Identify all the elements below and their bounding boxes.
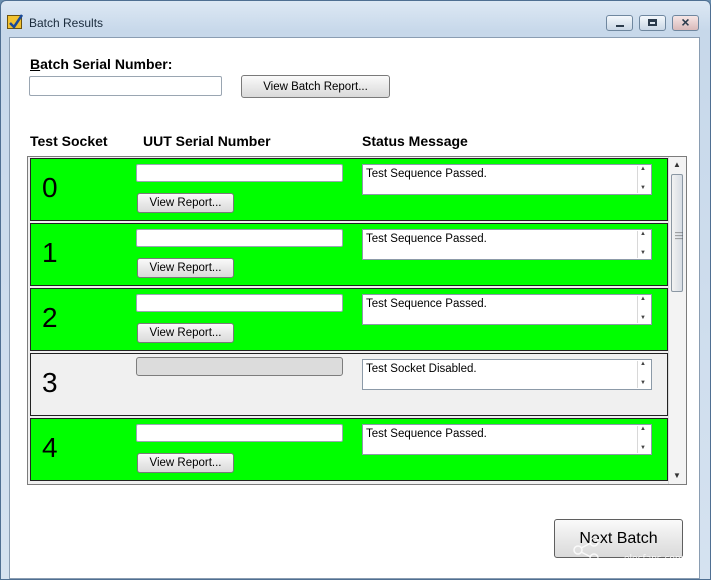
socket-number: 1: [42, 237, 58, 268]
close-icon: ×: [681, 14, 690, 30]
scroll-up-icon[interactable]: ▲: [640, 166, 646, 172]
socket-number: 2: [42, 302, 58, 333]
watermark: elecfans.com: [564, 532, 694, 568]
batch-results-window: Batch Results × Batch Serial Number: Vie…: [0, 0, 711, 580]
scroll-up-icon[interactable]: ▲: [640, 296, 646, 302]
header-uut-serial: UUT Serial Number: [143, 133, 271, 149]
close-button[interactable]: ×: [672, 14, 699, 31]
view-report-button[interactable]: View Report...: [137, 258, 234, 278]
minimize-icon: [616, 25, 624, 27]
grip-icon: — — —: [675, 228, 683, 243]
status-message-text: Test Sequence Passed.: [366, 168, 487, 180]
socket-number: 3: [42, 367, 58, 398]
client-area: Batch Serial Number: View Batch Report..…: [9, 37, 700, 579]
socket-row: 3 Test Socket Disabled. ▲ ▼: [30, 353, 668, 416]
status-message-box[interactable]: Test Sequence Passed. ▲ ▼: [362, 164, 652, 195]
status-scrollbar[interactable]: ▲ ▼: [637, 166, 650, 193]
status-message-text: Test Socket Disabled.: [366, 363, 477, 375]
socket-row: 2 View Report... Test Sequence Passed. ▲ ▼: [30, 288, 668, 351]
batch-serial-field[interactable]: [29, 76, 222, 96]
scroll-down-icon[interactable]: ▼: [640, 250, 646, 256]
scroll-down-icon[interactable]: ▼: [640, 445, 646, 451]
maximize-icon: [648, 19, 657, 26]
watermark-text: elecfans.com: [624, 554, 684, 564]
status-scrollbar[interactable]: ▲ ▼: [637, 361, 650, 388]
scroll-down-icon[interactable]: ▼: [640, 380, 646, 386]
status-message-box[interactable]: Test Sequence Passed. ▲ ▼: [362, 229, 652, 260]
watermark-logo-icon: [573, 537, 599, 563]
status-message-box[interactable]: Test Sequence Passed. ▲ ▼: [362, 424, 652, 455]
status-scrollbar[interactable]: ▲ ▼: [637, 296, 650, 323]
socket-number: 0: [42, 172, 58, 203]
socket-row: 0 View Report... Test Sequence Passed. ▲ ▼: [30, 158, 668, 221]
title-bar[interactable]: Batch Results ×: [1, 1, 710, 35]
scroll-up-icon[interactable]: ▲: [640, 361, 646, 367]
view-report-button[interactable]: View Report...: [137, 453, 234, 473]
uut-serial-field[interactable]: [136, 424, 343, 442]
socket-row: 4 View Report... Test Sequence Passed. ▲ ▼: [30, 418, 668, 481]
batch-serial-label: Batch Serial Number:: [30, 56, 173, 72]
status-message-box[interactable]: Test Sequence Passed. ▲ ▼: [362, 294, 652, 325]
checkbox-check-icon: [7, 14, 23, 29]
uut-serial-field[interactable]: [136, 164, 343, 182]
status-message-box[interactable]: Test Socket Disabled. ▲ ▼: [362, 359, 652, 390]
view-batch-report-button[interactable]: View Batch Report...: [241, 75, 390, 98]
scroll-thumb[interactable]: — — —: [671, 174, 683, 292]
scroll-down-icon[interactable]: ▼: [673, 471, 681, 480]
scroll-up-icon[interactable]: ▲: [673, 160, 681, 169]
socket-row: 1 View Report... Test Sequence Passed. ▲ ▼: [30, 223, 668, 286]
status-scrollbar[interactable]: ▲ ▼: [637, 231, 650, 258]
scroll-up-icon[interactable]: ▲: [640, 426, 646, 432]
view-report-button[interactable]: View Report...: [137, 193, 234, 213]
socket-list-panel[interactable]: 0 View Report... Test Sequence Passed. ▲ ▼ 1 V…: [27, 156, 687, 485]
scroll-down-icon[interactable]: ▼: [640, 315, 646, 321]
socket-number: 4: [42, 432, 58, 463]
scroll-down-icon[interactable]: ▼: [640, 185, 646, 191]
view-report-button[interactable]: View Report...: [137, 323, 234, 343]
uut-serial-field[interactable]: [136, 294, 343, 312]
vertical-scrollbar[interactable]: ▲ — — — ▼: [668, 157, 686, 484]
scroll-up-icon[interactable]: ▲: [640, 231, 646, 237]
uut-serial-field: [136, 357, 343, 376]
window-title: Batch Results: [29, 16, 104, 30]
uut-serial-field[interactable]: [136, 229, 343, 247]
status-message-text: Test Sequence Passed.: [366, 428, 487, 440]
status-message-text: Test Sequence Passed.: [366, 298, 487, 310]
status-message-text: Test Sequence Passed.: [366, 233, 487, 245]
status-scrollbar[interactable]: ▲ ▼: [637, 426, 650, 453]
header-test-socket: Test Socket: [30, 133, 108, 149]
maximize-button[interactable]: [639, 15, 666, 31]
header-status-message: Status Message: [362, 133, 468, 149]
minimize-button[interactable]: [606, 15, 633, 31]
